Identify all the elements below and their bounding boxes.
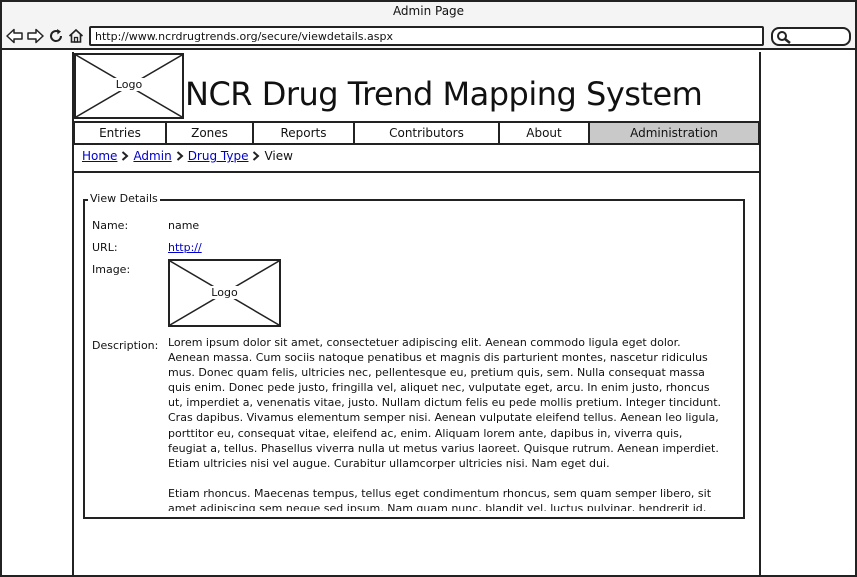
panel-legend: View Details <box>88 192 160 205</box>
breadcrumb-home[interactable]: Home <box>82 149 117 163</box>
tab-entries[interactable]: Entries <box>75 123 167 143</box>
description-paragraph: Lorem ipsum dolor sit amet, consectetuer… <box>168 336 722 470</box>
description-paragraph: Etiam rhoncus. Maecenas tempus, tellus e… <box>168 486 712 511</box>
tab-about[interactable]: About <box>500 123 590 143</box>
breadcrumb: Home Admin Drug Type View <box>82 149 293 163</box>
description-text: Lorem ipsum dolor sit amet, consectetuer… <box>168 335 724 511</box>
url-link[interactable]: http:// <box>168 241 202 254</box>
description-label: Description: <box>92 339 159 352</box>
forward-icon[interactable] <box>26 27 44 45</box>
chevron-right-icon <box>252 151 260 161</box>
window-title: Admin Page <box>392 4 465 18</box>
image-label: Image: <box>92 263 131 276</box>
tab-administration[interactable]: Administration <box>590 123 758 143</box>
chevron-right-icon <box>176 151 184 161</box>
home-icon[interactable] <box>67 27 85 45</box>
main-nav: Entries Zones Reports Contributors About… <box>73 121 760 145</box>
url-label: URL: <box>92 241 118 254</box>
back-icon[interactable] <box>6 27 24 45</box>
search-input[interactable] <box>771 27 851 46</box>
address-bar[interactable]: http://www.ncrdrugtrends.org/secure/view… <box>89 26 764 46</box>
name-value: name <box>168 219 200 232</box>
divider <box>73 171 760 173</box>
logo-label: Logo <box>113 78 145 91</box>
tab-contributors[interactable]: Contributors <box>355 123 500 143</box>
breadcrumb-current: View <box>264 149 293 163</box>
tab-zones[interactable]: Zones <box>167 123 254 143</box>
breadcrumb-admin[interactable]: Admin <box>133 149 171 163</box>
search-icon <box>777 31 791 44</box>
site-title: NCR Drug Trend Mapping System <box>185 75 703 113</box>
name-label: Name: <box>92 219 129 232</box>
breadcrumb-drug-type[interactable]: Drug Type <box>188 149 249 163</box>
chevron-right-icon <box>121 151 129 161</box>
reload-icon[interactable] <box>47 27 65 45</box>
tab-reports[interactable]: Reports <box>254 123 355 143</box>
image-placeholder-label: Logo <box>209 286 240 299</box>
